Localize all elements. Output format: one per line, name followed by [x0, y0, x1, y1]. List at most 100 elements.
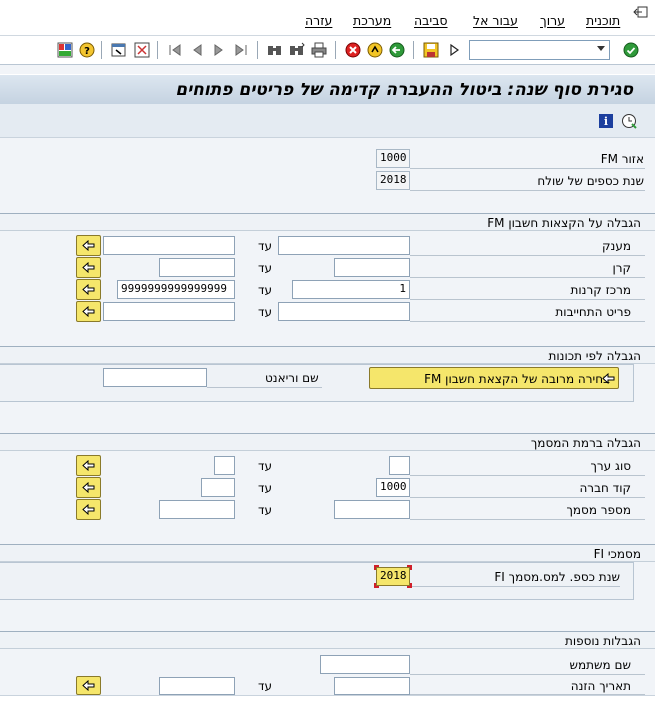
command-field[interactable] — [469, 40, 610, 60]
value-type-to-input[interactable] — [214, 456, 235, 475]
commitment-item-label: פריט התחייבות — [555, 305, 631, 319]
menu-system[interactable]: מערכת — [353, 13, 391, 28]
funds-center-multiple-selection-button[interactable] — [76, 279, 101, 300]
variant-name-input[interactable] — [103, 368, 207, 387]
menu-help[interactable]: עזרה — [305, 13, 332, 28]
menu-edit[interactable]: ערוך — [540, 13, 565, 28]
username-input[interactable] — [320, 655, 410, 674]
fm-account-multiple-selection-button[interactable]: בחירה מרובה של הקצאת חשבון FM — [369, 367, 619, 389]
to-label: עד — [258, 459, 273, 473]
commitment-item-to-input[interactable] — [103, 302, 235, 321]
arrow-left-icon — [82, 680, 95, 691]
page-title: סגירת סוף שנה: ביטול ההעברה קדימה של פרי… — [175, 80, 633, 100]
previous-page-icon[interactable] — [188, 41, 206, 59]
help-icon[interactable]: ? — [78, 41, 96, 59]
section-document-header: הגבלה ברמת המסמך — [0, 433, 655, 451]
to-label: עד — [258, 261, 273, 275]
shortcut-icon[interactable] — [133, 41, 151, 59]
exit-icon[interactable] — [633, 5, 649, 19]
bottom-edge — [0, 695, 655, 711]
to-label: עד — [258, 679, 273, 693]
entry-date-from-input[interactable] — [334, 677, 410, 695]
grant-multiple-selection-button[interactable] — [76, 235, 101, 256]
arrow-left-icon — [82, 240, 95, 251]
focus-corner — [407, 583, 412, 588]
fund-from-input[interactable] — [334, 258, 410, 277]
company-code-multiple-selection-button[interactable] — [76, 477, 101, 498]
fund-multiple-selection-button[interactable] — [76, 257, 101, 278]
menu-goto[interactable]: עבור אל — [473, 13, 518, 28]
first-page-icon[interactable] — [166, 41, 184, 59]
section-document-title: הגבלה ברמת המסמך — [530, 436, 641, 450]
entry-date-to-input[interactable] — [159, 677, 235, 695]
username-label: שם משתמש — [569, 658, 631, 672]
funds-center-from-input[interactable]: 1 — [292, 280, 410, 299]
document-number-label: מספר מסמך — [566, 503, 631, 517]
multi-select-button-label: בחירה מרובה של הקצאת חשבון FM — [424, 372, 610, 386]
arrow-left-icon — [602, 373, 615, 384]
section-fi-title: מסמכי FI — [593, 547, 641, 561]
grant-from-input[interactable] — [278, 236, 410, 255]
company-code-to-input[interactable] — [201, 478, 235, 497]
command-expand-icon[interactable] — [445, 41, 463, 59]
menu-program[interactable]: תוכנית — [586, 13, 620, 28]
enter-icon[interactable] — [622, 41, 640, 59]
document-number-to-input[interactable] — [159, 500, 235, 519]
svg-text:?: ? — [84, 46, 90, 57]
arrow-left-icon — [82, 284, 95, 295]
funds-center-to-input[interactable]: 9999999999999999 — [117, 280, 235, 299]
document-number-multiple-selection-button[interactable] — [76, 499, 101, 520]
document-number-from-input[interactable] — [334, 500, 410, 519]
arrow-left-icon — [82, 306, 95, 317]
company-code-from-input[interactable]: 1000 — [376, 478, 410, 497]
last-page-icon[interactable] — [232, 41, 250, 59]
focus-corner — [374, 565, 379, 570]
find-next-icon[interactable] — [288, 41, 306, 59]
fm-area-field[interactable]: 1000 — [376, 149, 410, 168]
section-fi-header: מסמכי FI — [0, 544, 655, 562]
grant-label: מענק — [602, 239, 631, 253]
funds-center-label: מרכז קרנות — [570, 283, 632, 297]
to-label: עד — [258, 305, 273, 319]
cancel-icon[interactable] — [344, 41, 362, 59]
grant-to-input[interactable] — [103, 236, 235, 255]
menu-bar: עזרה מערכת סביבה עבור אל ערוך תוכנית — [0, 0, 655, 36]
arrow-left-icon — [82, 460, 95, 471]
commitment-item-from-input[interactable] — [278, 302, 410, 321]
section-plans-header: הגבלה לפי תכונות — [0, 346, 655, 364]
value-type-from-input[interactable] — [389, 456, 410, 475]
section-fm-account-title: הגבלה על הקצאות חשבון FM — [487, 216, 641, 230]
fund-label: קרן — [612, 261, 631, 275]
company-code-label: קוד חברה — [579, 481, 631, 495]
section-additional-header: הגבלות נוספות — [0, 631, 655, 649]
menu-environment[interactable]: סביבה — [414, 13, 448, 28]
fi-fiscal-year-input[interactable]: 2018 — [376, 567, 410, 586]
sender-fy-label: שנת כספים של שולח — [537, 174, 644, 188]
fi-fiscal-year-label: שנת כספ. למס.מסמך FI — [494, 570, 620, 584]
value-type-multiple-selection-button[interactable] — [76, 455, 101, 476]
exit-yellow-icon[interactable] — [366, 41, 384, 59]
commitment-item-multiple-selection-button[interactable] — [76, 301, 101, 322]
next-page-icon[interactable] — [210, 41, 228, 59]
chevron-down-icon[interactable] — [597, 46, 605, 51]
to-label: עד — [258, 239, 273, 253]
find-icon[interactable] — [266, 41, 284, 59]
section-fm-account-header: הגבלה על הקצאות חשבון FM — [0, 213, 655, 231]
back-icon[interactable] — [388, 41, 406, 59]
svg-text:i: i — [604, 115, 608, 128]
to-label: עד — [258, 481, 273, 495]
new-session-icon[interactable] — [110, 41, 128, 59]
save-icon[interactable] — [422, 41, 440, 59]
arrow-left-icon — [82, 262, 95, 273]
print-icon[interactable] — [310, 41, 328, 59]
sender-fiscal-year-field[interactable]: 2018 — [376, 171, 410, 190]
focus-corner — [407, 565, 412, 570]
info-icon[interactable]: i — [599, 114, 613, 128]
fm-area-label: אזור FM — [600, 152, 644, 166]
entry-date-multiple-selection-button[interactable] — [76, 676, 101, 695]
value-type-label: סוג ערך — [590, 459, 631, 473]
fund-to-input[interactable] — [159, 258, 235, 277]
layout-icon[interactable] — [56, 41, 74, 59]
execute-in-background-icon[interactable] — [621, 113, 638, 130]
variant-name-label: שם וריאנט — [265, 371, 319, 385]
